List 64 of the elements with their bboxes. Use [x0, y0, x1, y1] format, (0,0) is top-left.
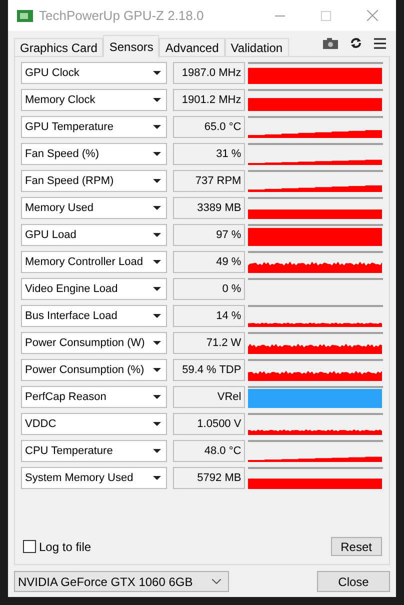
tab[interactable]: Advanced	[159, 38, 225, 57]
sensor-value: 5792 MB	[172, 467, 246, 489]
dropdown-arrow-icon	[152, 233, 161, 237]
sensor-value: VRel	[172, 386, 246, 408]
reset-button[interactable]: Reset	[330, 537, 382, 556]
camera-icon[interactable]	[323, 38, 338, 48]
sensor-select[interactable]: Memory Clock	[21, 89, 167, 111]
sensor-select[interactable]: Video Engine Load	[21, 278, 167, 300]
sensor-select[interactable]: Fan Speed (RPM)	[21, 170, 167, 192]
sensor-select[interactable]: Power Consumption (%)	[21, 359, 167, 381]
sensor-value: 65.0 °C	[172, 116, 246, 138]
tab[interactable]: Validation	[224, 38, 289, 57]
sensor-value: 1901.2 MHz	[172, 89, 246, 111]
dropdown-arrow-icon	[152, 395, 161, 399]
sensor-value: 49 %	[172, 251, 246, 273]
sensor-select[interactable]: Bus Interface Load	[21, 305, 167, 327]
sensor-select[interactable]: PerfCap Reason	[21, 386, 167, 408]
window-title: TechPowerUp GPU-Z 2.18.0	[39, 6, 204, 25]
sensor-value: 59.4 % TDP	[172, 359, 246, 381]
dropdown-arrow-icon	[152, 260, 161, 264]
sensor-select[interactable]: GPU Clock	[21, 62, 167, 84]
dropdown-arrow-icon	[152, 368, 161, 372]
tab[interactable]: Sensors	[103, 35, 160, 57]
sensor-value: 0 %	[172, 278, 246, 300]
dropdown-arrow-icon	[152, 179, 161, 183]
sensor-value: 48.0 °C	[172, 440, 246, 462]
chevron-down-icon	[212, 579, 221, 584]
log-checkbox[interactable]	[23, 540, 36, 553]
gpu-dropdown[interactable]: NVIDIA GeForce GTX 1060 6GB	[14, 571, 229, 592]
close-button[interactable]: Close	[317, 571, 390, 592]
app-icon	[17, 10, 33, 22]
dropdown-arrow-icon	[152, 476, 161, 480]
sensor-select[interactable]: Power Consumption (W)	[21, 332, 167, 354]
menu-icon[interactable]	[374, 38, 386, 48]
sensor-value: 3389 MB	[172, 197, 246, 219]
dropdown-arrow-icon	[152, 152, 161, 156]
sensor-select[interactable]: GPU Load	[21, 224, 167, 246]
dropdown-arrow-icon	[152, 206, 161, 210]
sensor-select[interactable]: System Memory Used	[21, 467, 167, 489]
sensor-value: 14 %	[172, 305, 246, 327]
sensor-select[interactable]: GPU Temperature	[21, 116, 167, 138]
dropdown-arrow-icon	[152, 71, 161, 75]
dropdown-arrow-icon	[152, 287, 161, 291]
dropdown-arrow-icon	[152, 98, 161, 102]
sensor-select[interactable]: VDDC	[21, 413, 167, 435]
sensor-value: 71.2 W	[172, 332, 246, 354]
sensor-value: 1.0500 V	[172, 413, 246, 435]
sensor-select[interactable]: Memory Used	[21, 197, 167, 219]
sensor-select[interactable]: Memory Controller Load	[21, 251, 167, 273]
dropdown-arrow-icon	[152, 449, 161, 453]
tab[interactable]: Graphics Card	[14, 38, 104, 57]
sensor-value: 97 %	[172, 224, 246, 246]
close-icon[interactable]	[367, 10, 378, 21]
sensor-value: 1987.0 MHz	[172, 62, 246, 84]
dropdown-arrow-icon	[152, 314, 161, 318]
log-to-file-label: Log to file	[39, 538, 92, 556]
sensor-select[interactable]: Fan Speed (%)	[21, 143, 167, 165]
sensor-select[interactable]: CPU Temperature	[21, 440, 167, 462]
refresh-icon[interactable]	[350, 37, 362, 49]
dropdown-arrow-icon	[152, 341, 161, 345]
dropdown-arrow-icon	[152, 422, 161, 426]
sensor-value: 737 RPM	[172, 170, 246, 192]
dropdown-arrow-icon	[152, 125, 161, 129]
sensor-value: 31 %	[172, 143, 246, 165]
